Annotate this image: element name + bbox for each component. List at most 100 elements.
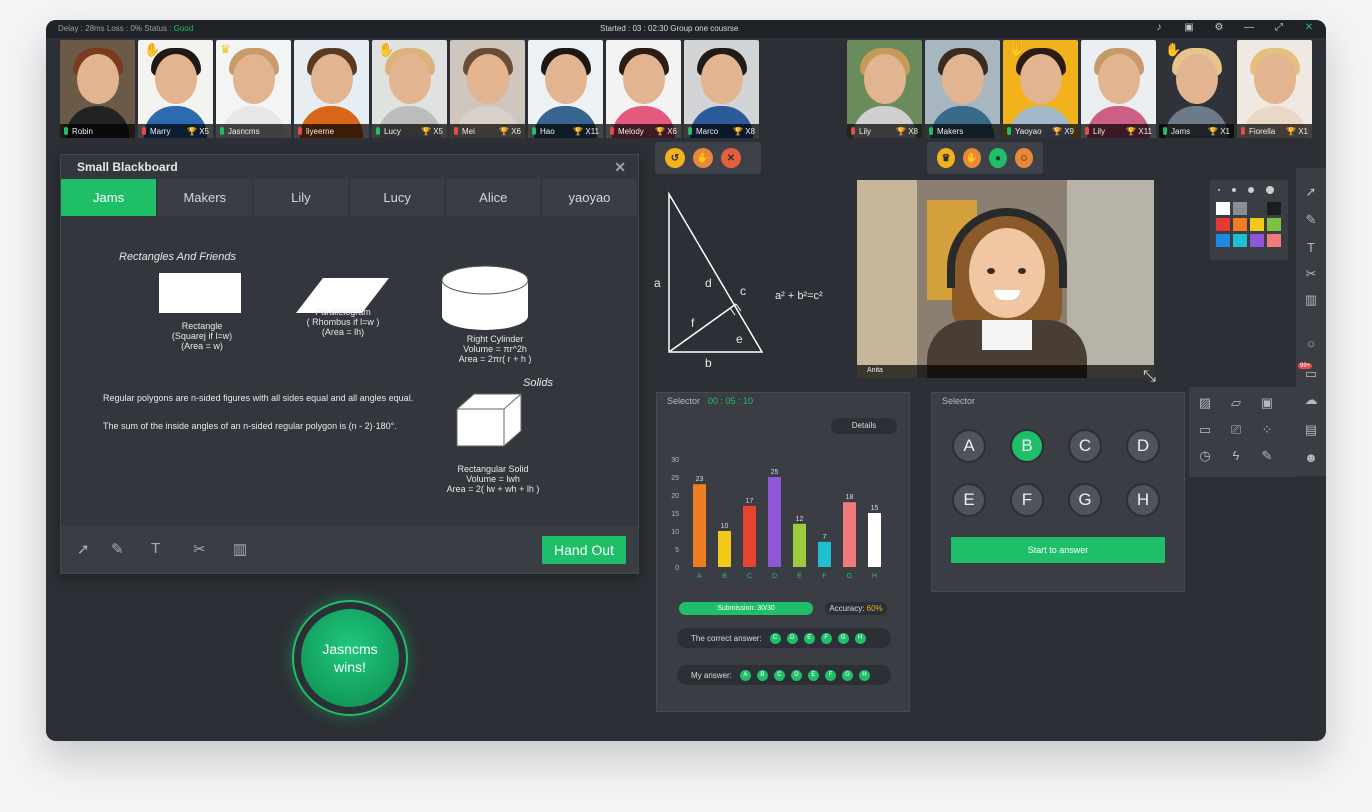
close-icon[interactable]: ✕	[1302, 22, 1316, 33]
color-swatch[interactable]	[1250, 202, 1264, 215]
color-swatch[interactable]	[1250, 218, 1264, 231]
color-swatch[interactable]	[1267, 202, 1281, 215]
participant-tile[interactable]: Lily 🏆 X8	[847, 40, 922, 138]
tab-lily[interactable]: Lily	[253, 179, 350, 216]
tab-yaoyao[interactable]: yaoyao	[542, 179, 639, 216]
edit-icon[interactable]: ✎	[1255, 448, 1279, 468]
trash-icon[interactable]: ▥	[1302, 292, 1320, 308]
settings-icon[interactable]: ⚙	[1212, 22, 1226, 33]
tab-makers[interactable]: Makers	[157, 179, 254, 216]
answer-chip: C	[769, 632, 781, 644]
app-window: Delay : 28ms Loss : 0% Status : Good Sta…	[46, 20, 1326, 741]
image-icon[interactable]: ▨	[1193, 395, 1217, 415]
participant-tile[interactable]: Makers	[925, 40, 1000, 138]
participant-tile[interactable]: Fiorella 🏆 X1	[1237, 40, 1312, 138]
close-icon[interactable]: ✕	[614, 159, 626, 176]
stroke-size-4[interactable]	[1266, 186, 1274, 194]
participant-name: Melody	[618, 126, 644, 136]
participant-tile[interactable]: Marry 🏆 X5 ✋	[138, 40, 213, 138]
minimize-icon[interactable]: —	[1242, 22, 1256, 33]
reward-icon[interactable]: ✋	[693, 148, 713, 168]
main-video[interactable]: Anita	[857, 180, 1154, 378]
details-button[interactable]: Details	[831, 418, 897, 434]
answer-chip: E	[807, 669, 819, 681]
crown-icon[interactable]: ♛	[937, 148, 955, 168]
top-bar: Delay : 28ms Loss : 0% Status : Good Sta…	[46, 20, 1326, 38]
mic-icon	[688, 127, 692, 135]
scissors-icon[interactable]: ✂	[193, 540, 206, 558]
participant-tile[interactable]: Jasncms ♛	[216, 40, 291, 138]
participant-tile[interactable]: Lily 🏆 X11	[1081, 40, 1156, 138]
blackboard-title: Small Blackboard ✕	[77, 159, 626, 176]
stroke-size-2[interactable]	[1232, 188, 1236, 192]
timer-icon[interactable]: ◷	[1193, 448, 1217, 468]
color-swatch[interactable]	[1216, 234, 1230, 247]
flash-icon[interactable]: ϟ	[1224, 448, 1248, 468]
participant-tile[interactable]: Jams 🏆 X1 ✋	[1159, 40, 1234, 138]
participant-tile[interactable]: Yaoyao 🏆 X9 ✋	[1003, 40, 1078, 138]
expand-icon[interactable]: ⤡	[1143, 368, 1156, 386]
participant-nameplate: Lily 🏆 X11	[1081, 124, 1156, 138]
color-swatch[interactable]	[1267, 218, 1281, 231]
undo-icon[interactable]: ↺	[665, 148, 685, 168]
folder-icon[interactable]: ▱	[1224, 395, 1248, 415]
tab-jams[interactable]: Jams	[61, 179, 158, 216]
stroke-size-3[interactable]	[1248, 187, 1254, 193]
option-d[interactable]: D	[1126, 429, 1160, 463]
restore-icon[interactable]: ⤢	[1272, 22, 1286, 33]
participant-tile[interactable]: Lucy 🏆 X5 ✋	[372, 40, 447, 138]
mic-icon[interactable]: ●	[989, 148, 1007, 168]
pen-icon[interactable]: ✎	[111, 540, 124, 558]
select-move-icon[interactable]: ➚	[1302, 184, 1320, 200]
stroke-size-1[interactable]	[1218, 189, 1220, 191]
option-c[interactable]: C	[1068, 429, 1102, 463]
dice-icon[interactable]: ⁘	[1255, 422, 1279, 442]
color-swatch[interactable]	[1233, 202, 1247, 215]
option-b[interactable]: B	[1010, 429, 1044, 463]
share-screen-icon[interactable]: ⎚	[1224, 422, 1248, 442]
blackboard-canvas[interactable]: Rectangles And Friends Rectangle (Squarej…	[61, 216, 638, 526]
option-f[interactable]: F	[1010, 483, 1044, 517]
text-icon[interactable]: T	[1302, 240, 1320, 255]
tab-lucy[interactable]: Lucy	[350, 179, 446, 216]
color-swatch[interactable]	[1250, 234, 1264, 247]
group-icon[interactable]: ☻	[1302, 450, 1320, 465]
participant-tile[interactable]: Marco 🏆 X8	[684, 40, 759, 138]
color-swatch[interactable]	[1233, 234, 1247, 247]
participant-tile[interactable]: Mei 🏆 X6	[450, 40, 525, 138]
option-g[interactable]: G	[1068, 483, 1102, 517]
color-swatch[interactable]	[1267, 234, 1281, 247]
bell-icon[interactable]: ♪	[1152, 22, 1166, 33]
screen-icon[interactable]: ▭	[1193, 422, 1217, 442]
option-h[interactable]: H	[1126, 483, 1160, 517]
color-swatch[interactable]	[1216, 218, 1230, 231]
toolbox-icon[interactable]: ▤	[1302, 422, 1320, 438]
kick-icon[interactable]: ☺	[1015, 148, 1033, 168]
student-controls: ♛ ✋ ● ☺	[927, 142, 1043, 174]
scissors-icon[interactable]: ✂	[1302, 266, 1320, 282]
option-a[interactable]: A	[952, 429, 986, 463]
start-to-answer-button[interactable]: Start to answer	[951, 537, 1165, 563]
record-icon[interactable]: ○	[1302, 336, 1320, 351]
calendar-icon[interactable]: ▣	[1182, 22, 1196, 33]
trophy-count: X11	[585, 126, 599, 136]
select-move-icon[interactable]: ➚	[77, 540, 90, 558]
mute-all-icon[interactable]: ✕	[721, 148, 741, 168]
bar-value-label: 23	[696, 476, 704, 483]
option-e[interactable]: E	[952, 483, 986, 517]
tab-alice[interactable]: Alice	[446, 179, 542, 216]
mic-icon	[929, 127, 933, 135]
trash-icon[interactable]: ▥	[233, 540, 247, 558]
hand-out-button[interactable]: Hand Out	[542, 536, 626, 564]
save-icon[interactable]: ▣	[1255, 395, 1279, 415]
hand-icon[interactable]: ✋	[963, 148, 981, 168]
participant-tile[interactable]: Hao 🏆 X11	[528, 40, 603, 138]
participant-tile[interactable]: liyeerne	[294, 40, 369, 138]
color-swatch[interactable]	[1216, 202, 1230, 215]
cloud-icon[interactable]: ☁	[1302, 392, 1320, 408]
participant-tile[interactable]: Robin	[60, 40, 135, 138]
color-swatch[interactable]	[1233, 218, 1247, 231]
pen-icon[interactable]: ✎	[1302, 212, 1320, 228]
text-icon[interactable]: T	[151, 540, 160, 557]
participant-tile[interactable]: Melody 🏆 X6	[606, 40, 681, 138]
